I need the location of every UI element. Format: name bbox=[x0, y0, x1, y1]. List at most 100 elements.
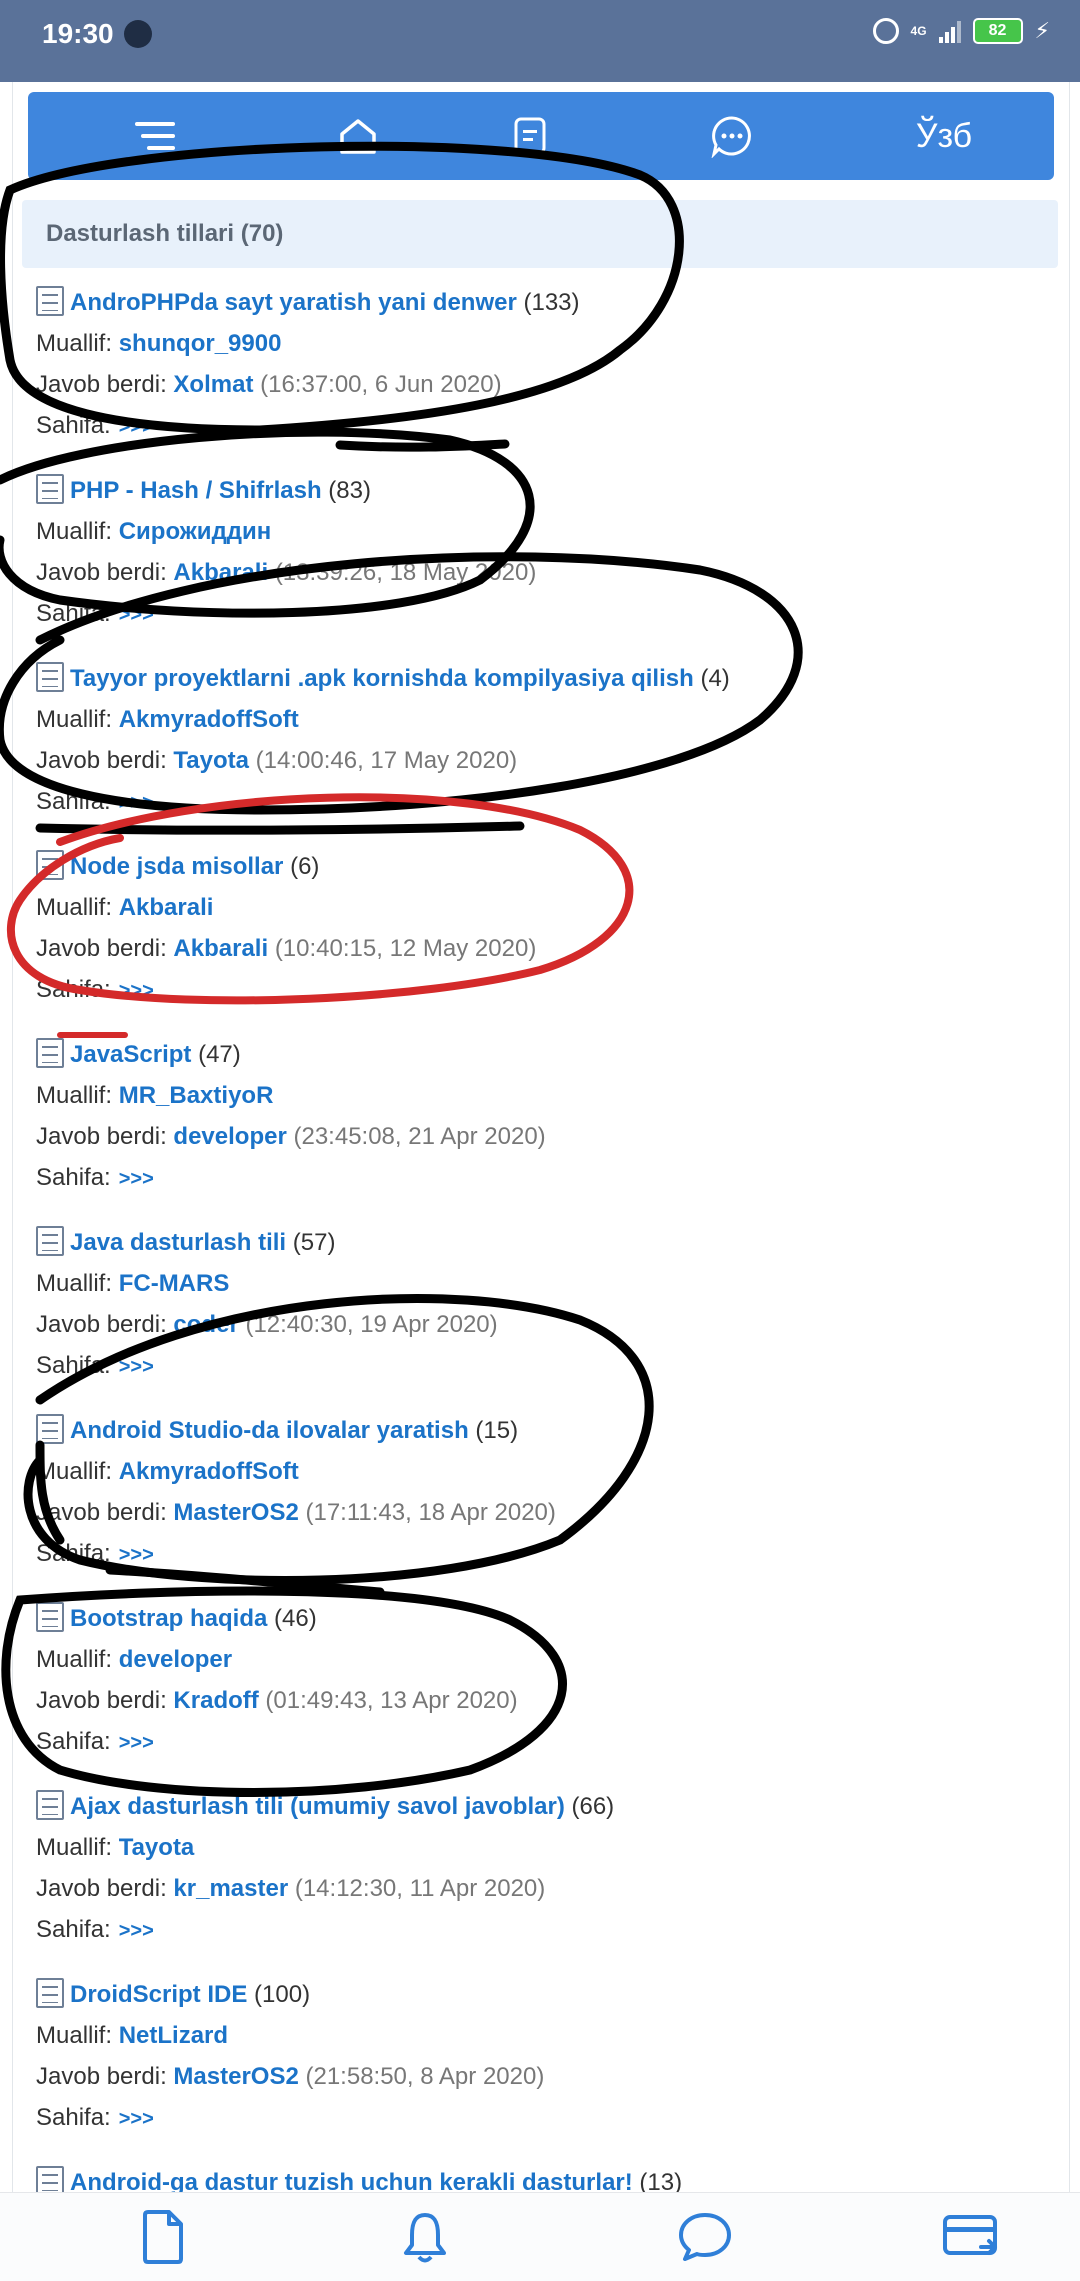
page-link[interactable]: >>> bbox=[119, 1920, 154, 1942]
author-label: Muallif: bbox=[36, 1646, 113, 1673]
speech-bubble-icon bbox=[679, 2213, 731, 2261]
topic-author[interactable]: Tayota bbox=[119, 1834, 195, 1861]
topic-pages-row: Sahifa: >>> bbox=[36, 1538, 154, 1570]
last-reply-user[interactable]: Xolmat bbox=[173, 371, 253, 398]
last-reply-user[interactable]: kr_master bbox=[173, 1875, 288, 1902]
topic-title-row: Bootstrap haqida (46) bbox=[36, 1602, 317, 1634]
page-link[interactable]: >>> bbox=[119, 1356, 154, 1378]
topic-reply-count: (100) bbox=[254, 1981, 311, 2008]
page-link[interactable]: >>> bbox=[119, 792, 154, 814]
last-reply-user[interactable]: coder bbox=[173, 1311, 238, 1338]
topic-title[interactable]: Node jsda misollar bbox=[70, 853, 283, 880]
replied-label: Javob berdi: bbox=[36, 1687, 167, 1714]
topic-author[interactable]: Akbarali bbox=[119, 894, 214, 921]
network-type: 4G bbox=[910, 24, 927, 38]
page-label: Sahifa: bbox=[36, 1916, 111, 1943]
language-button[interactable]: Ўзб bbox=[884, 92, 1004, 180]
replied-label: Javob berdi: bbox=[36, 1499, 167, 1526]
last-reply-user[interactable]: developer bbox=[173, 1123, 286, 1150]
author-label: Muallif: bbox=[36, 894, 113, 921]
topic-title[interactable]: DroidScript IDE bbox=[70, 1981, 247, 2008]
replied-label: Javob berdi: bbox=[36, 1875, 167, 1902]
last-reply-time: (14:12:30, 11 Apr 2020) bbox=[294, 1875, 546, 1902]
topic-author-row: Muallif: AkmyradoffSoft bbox=[36, 704, 299, 736]
menu-button[interactable] bbox=[96, 92, 216, 180]
page-link[interactable]: >>> bbox=[119, 1732, 154, 1754]
chat-button[interactable] bbox=[672, 92, 792, 180]
topic-last-reply-row: Javob berdi: developer (23:45:08, 21 Apr… bbox=[36, 1121, 546, 1153]
topic-title[interactable]: Java dasturlash tili bbox=[70, 1229, 286, 1256]
topic-pages-row: Sahifa: >>> bbox=[36, 410, 154, 442]
last-reply-user[interactable]: MasterOS2 bbox=[173, 1499, 298, 1526]
topic-last-reply-row: Javob berdi: MasterOS2 (21:58:50, 8 Apr … bbox=[36, 2061, 544, 2093]
last-reply-user[interactable]: Akbarali bbox=[173, 935, 268, 962]
page-link[interactable]: >>> bbox=[119, 1168, 154, 1190]
topic-reply-count: (66) bbox=[571, 1793, 615, 1820]
topic-last-reply-row: Javob berdi: kr_master (14:12:30, 11 Apr… bbox=[36, 1873, 545, 1905]
documents-button[interactable] bbox=[470, 92, 590, 180]
topic-title[interactable]: Android Studio-da ilovalar yaratish bbox=[70, 1417, 469, 1444]
topic-author[interactable]: AkmyradoffSoft bbox=[119, 1458, 299, 1485]
topic-title-row: JavaScript (47) bbox=[36, 1038, 241, 1070]
topic-author[interactable]: MR_BaxtiyoR bbox=[119, 1082, 274, 1109]
topic-icon bbox=[36, 1226, 64, 1256]
replied-label: Javob berdi: bbox=[36, 1311, 167, 1338]
topic-title[interactable]: PHP - Hash / Shifrlash bbox=[70, 477, 322, 504]
topic-last-reply-row: Javob berdi: MasterOS2 (17:11:43, 18 Apr… bbox=[36, 1497, 556, 1529]
last-reply-user[interactable]: MasterOS2 bbox=[173, 2063, 298, 2090]
page-link[interactable]: >>> bbox=[119, 1544, 154, 1566]
bottom-tab-messages[interactable] bbox=[660, 2193, 750, 2281]
topic-author[interactable]: shunqor_9900 bbox=[119, 330, 282, 357]
last-reply-user[interactable]: Kradoff bbox=[173, 1687, 258, 1714]
topic-author[interactable]: developer bbox=[119, 1646, 232, 1673]
status-icons: 4G 82 ⚡ bbox=[872, 18, 1050, 44]
topic-title[interactable]: Bootstrap haqida bbox=[70, 1605, 267, 1632]
topic-pages-row: Sahifa: >>> bbox=[36, 598, 154, 630]
page-label: Sahifa: bbox=[36, 1164, 111, 1191]
topic-title-row: Node jsda misollar (6) bbox=[36, 850, 319, 882]
card-transfer-icon bbox=[943, 2215, 997, 2255]
topic-icon bbox=[36, 1790, 64, 1820]
topic-title[interactable]: JavaScript bbox=[70, 1041, 191, 1068]
topic-last-reply-row: Javob berdi: coder (12:40:30, 19 Apr 202… bbox=[36, 1309, 498, 1341]
topic-title[interactable]: Ajax dasturlash tili (umumiy savol javob… bbox=[70, 1793, 565, 1820]
battery-indicator: 82 bbox=[972, 18, 1023, 44]
topic-author-row: Muallif: FC-MARS bbox=[36, 1268, 229, 1300]
topic-author[interactable]: FC-MARS bbox=[119, 1270, 230, 1297]
topic-author[interactable]: Сирожиддин bbox=[119, 518, 272, 545]
page-link[interactable]: >>> bbox=[119, 980, 154, 1002]
topic-pages-row: Sahifa: >>> bbox=[36, 1162, 154, 1194]
topic-author[interactable]: AkmyradoffSoft bbox=[119, 706, 299, 733]
author-label: Muallif: bbox=[36, 1458, 113, 1485]
replied-label: Javob berdi: bbox=[36, 935, 167, 962]
topic-pages-row: Sahifa: >>> bbox=[36, 1726, 154, 1758]
bottom-tab-payments[interactable] bbox=[926, 2193, 1016, 2281]
topic-title[interactable]: AndroPHPda sayt yaratish yani denwer bbox=[70, 289, 517, 316]
topic-author[interactable]: NetLizard bbox=[119, 2022, 228, 2049]
last-reply-user[interactable]: Akbarali bbox=[173, 559, 268, 586]
charging-icon: ⚡ bbox=[1034, 18, 1050, 43]
bell-icon bbox=[404, 2213, 446, 2263]
bottom-tab-notifications[interactable] bbox=[380, 2193, 470, 2281]
home-button[interactable] bbox=[298, 92, 418, 180]
topic-pages-row: Sahifa: >>> bbox=[36, 786, 154, 818]
status-time: 19:30 bbox=[42, 18, 114, 49]
page-label: Sahifa: bbox=[36, 412, 111, 439]
topic-title-row: Android Studio-da ilovalar yaratish (15) bbox=[36, 1414, 518, 1446]
bottom-tab-documents[interactable] bbox=[118, 2193, 208, 2281]
topic-title[interactable]: Tayyor proyektlarni .apk kornishda kompi… bbox=[70, 665, 694, 692]
last-reply-user[interactable]: Tayota bbox=[173, 747, 249, 774]
page-link[interactable]: >>> bbox=[119, 604, 154, 626]
topic-title-row: AndroPHPda sayt yaratish yani denwer (13… bbox=[36, 286, 580, 318]
replied-label: Javob berdi: bbox=[36, 747, 167, 774]
page-label: Sahifa: bbox=[36, 1540, 111, 1567]
topic-author-row: Muallif: NetLizard bbox=[36, 2020, 228, 2052]
topic-reply-count: (133) bbox=[523, 289, 580, 316]
last-reply-time: (14:00:46, 17 May 2020) bbox=[255, 747, 518, 774]
topic-reply-count: (15) bbox=[475, 1417, 519, 1444]
topic-pages-row: Sahifa: >>> bbox=[36, 1350, 154, 1382]
page-link[interactable]: >>> bbox=[119, 2108, 154, 2130]
author-label: Muallif: bbox=[36, 1082, 113, 1109]
replied-label: Javob berdi: bbox=[36, 1123, 167, 1150]
page-link[interactable]: >>> bbox=[119, 416, 154, 438]
